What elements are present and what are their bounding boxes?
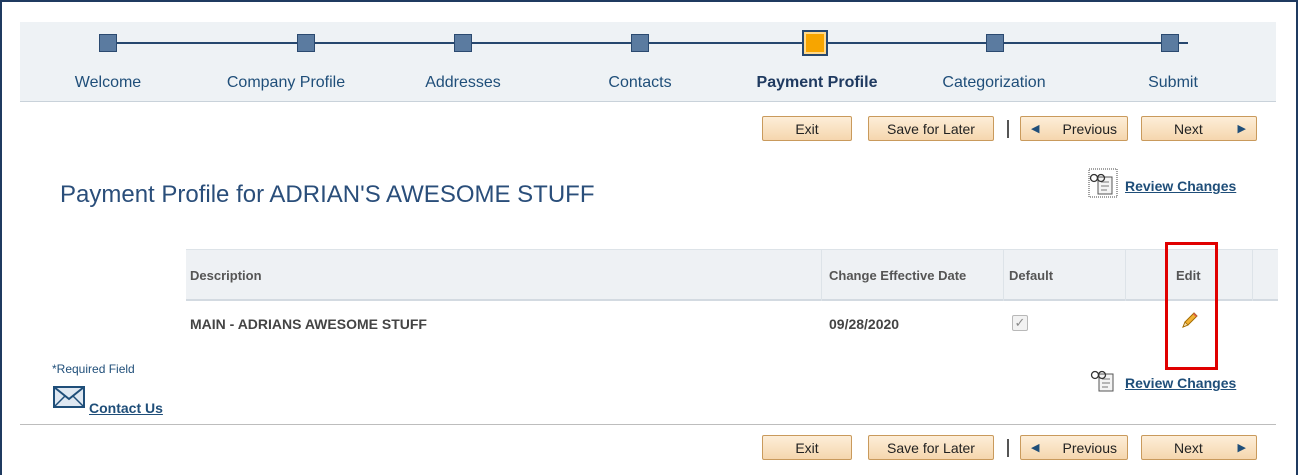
- column-divider: [1003, 249, 1004, 301]
- next-button[interactable]: Next ▶: [1141, 116, 1257, 141]
- row-effective-date: 09/28/2020: [829, 316, 900, 332]
- column-divider: [1125, 249, 1126, 301]
- mail-icon[interactable]: [52, 383, 86, 411]
- next-button-label: Next: [1174, 120, 1203, 137]
- toolbar-separator: [1007, 120, 1009, 138]
- page-title: Payment Profile for ADRIAN'S AWESOME STU…: [60, 181, 595, 208]
- chevron-right-icon: ▶: [1237, 123, 1246, 135]
- step-label-payment-profile[interactable]: Payment Profile: [757, 74, 878, 92]
- review-changes-link-top[interactable]: Review Changes: [1125, 178, 1236, 194]
- grid-header: [186, 249, 1278, 301]
- save-for-later-button-label: Save for Later: [887, 120, 975, 137]
- default-checkbox: ✓: [1012, 315, 1028, 331]
- chevron-left-icon: ◀: [1031, 123, 1040, 135]
- exit-button[interactable]: Exit: [762, 116, 852, 141]
- step-marker-addresses[interactable]: [454, 34, 472, 52]
- column-divider: [1252, 249, 1253, 301]
- chevron-left-icon: ◀: [1031, 442, 1040, 454]
- step-marker-welcome[interactable]: [99, 34, 117, 52]
- step-label-categorization[interactable]: Categorization: [942, 74, 1045, 92]
- previous-button-label: Previous: [1062, 120, 1117, 137]
- review-changes-icon[interactable]: [1088, 168, 1118, 198]
- exit-button-bottom[interactable]: Exit: [762, 435, 852, 460]
- step-marker-company-profile[interactable]: [297, 34, 315, 52]
- next-button-label: Next: [1174, 439, 1203, 456]
- save-for-later-button-bottom[interactable]: Save for Later: [868, 435, 994, 460]
- save-for-later-button[interactable]: Save for Later: [868, 116, 994, 141]
- step-label-addresses[interactable]: Addresses: [425, 74, 501, 92]
- step-marker-categorization[interactable]: [986, 34, 1004, 52]
- review-changes-icon[interactable]: [1089, 365, 1119, 395]
- column-divider: [821, 249, 822, 301]
- progress-train: Welcome Company Profile Addresses Contac…: [20, 22, 1276, 102]
- row-description: MAIN - ADRIANS AWESOME STUFF: [190, 316, 427, 332]
- column-header-effective-date[interactable]: Change Effective Date: [829, 268, 966, 283]
- step-marker-payment-profile[interactable]: [802, 30, 828, 56]
- review-changes-link-bottom[interactable]: Review Changes: [1125, 375, 1236, 391]
- edit-column-highlight: [1165, 242, 1218, 370]
- previous-button[interactable]: ◀ Previous: [1020, 116, 1128, 141]
- step-marker-submit[interactable]: [1161, 34, 1179, 52]
- next-button-bottom[interactable]: Next ▶: [1141, 435, 1257, 460]
- contact-us-link[interactable]: Contact Us: [89, 400, 163, 416]
- footer-divider: [20, 424, 1276, 425]
- step-label-company-profile[interactable]: Company Profile: [227, 74, 345, 92]
- step-label-welcome[interactable]: Welcome: [75, 74, 141, 92]
- step-marker-contacts[interactable]: [631, 34, 649, 52]
- exit-button-label: Exit: [795, 120, 819, 137]
- column-header-default[interactable]: Default: [1009, 268, 1053, 283]
- required-field-note: *Required Field: [52, 362, 135, 376]
- step-label-contacts[interactable]: Contacts: [608, 74, 671, 92]
- step-label-submit[interactable]: Submit: [1148, 74, 1198, 92]
- previous-button-bottom[interactable]: ◀ Previous: [1020, 435, 1128, 460]
- exit-button-label: Exit: [795, 439, 819, 456]
- toolbar-separator: [1007, 439, 1009, 457]
- previous-button-label: Previous: [1062, 439, 1117, 456]
- chevron-right-icon: ▶: [1237, 442, 1246, 454]
- column-header-description[interactable]: Description: [190, 268, 262, 283]
- save-for-later-button-label: Save for Later: [887, 439, 975, 456]
